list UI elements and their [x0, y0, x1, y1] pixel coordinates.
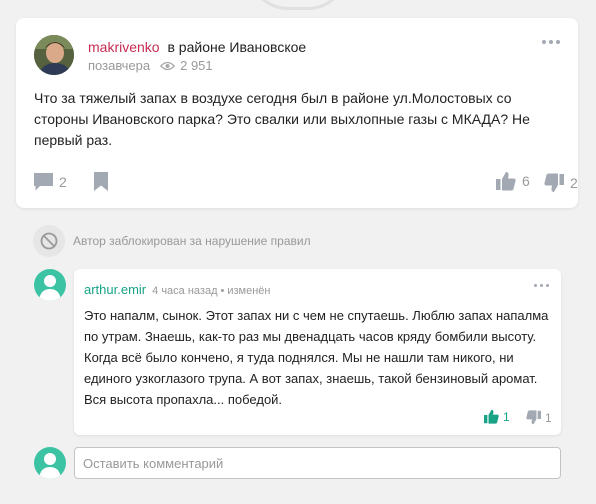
blocked-notice: Автор заблокирован за нарушение правил — [33, 225, 311, 257]
views-count: 2 951 — [180, 58, 213, 73]
bookmark-button[interactable] — [94, 172, 108, 191]
post-card: makrivenko в районе Ивановское позавчера… — [16, 18, 578, 208]
post-views: 2 951 — [160, 58, 213, 73]
post-time: позавчера — [88, 58, 151, 73]
current-user-avatar — [34, 447, 66, 479]
comment-text: Это напалм, сынок. Этот запах ни с чем н… — [84, 308, 549, 407]
comment-card: arthur.emir 4 часа назад • изменён Это н… — [74, 269, 561, 435]
comment-icon — [34, 173, 53, 191]
reply-input[interactable] — [83, 455, 560, 471]
post-more-icon[interactable] — [542, 40, 560, 44]
post-author-name[interactable]: makrivenko — [88, 39, 160, 55]
comment-more-icon[interactable] — [534, 284, 549, 287]
comment-separator: • — [220, 285, 225, 297]
post-meta: позавчера 2 951 — [88, 58, 213, 73]
blocked-icon — [33, 225, 65, 257]
dislike-button[interactable]: 2 — [544, 173, 578, 193]
comment-author-name[interactable]: arthur.emir — [84, 282, 146, 297]
comment-time: 4 часа назад — [152, 285, 218, 297]
post-author-line: makrivenko в районе Ивановское — [88, 39, 306, 55]
thumbs-up-icon — [484, 409, 499, 424]
post-text: Что за тяжелый запах в воздухе сегодня б… — [34, 90, 530, 148]
dislikes-count: 2 — [570, 175, 578, 191]
reply-field — [74, 447, 561, 479]
comment-avatar[interactable] — [34, 269, 66, 301]
comment-edited-label: изменён — [227, 285, 271, 297]
user-icon — [39, 275, 61, 301]
post-actions: 2 6 2 — [34, 171, 578, 195]
like-button[interactable]: 6 — [496, 171, 530, 191]
eye-icon — [160, 61, 176, 70]
blocked-text: Автор заблокирован за нарушение правил — [73, 234, 311, 248]
thumbs-down-icon — [544, 173, 564, 192]
comment-like-button[interactable]: 1 — [484, 409, 510, 424]
bookmark-icon — [94, 172, 108, 191]
top-decoration — [248, 0, 348, 10]
likes-count: 6 — [522, 173, 530, 189]
comment-dislike-button[interactable]: 1 — [526, 410, 552, 425]
comments-count: 2 — [59, 174, 67, 190]
thumbs-down-icon — [526, 410, 541, 425]
comments-button[interactable]: 2 — [34, 173, 67, 191]
author-avatar[interactable] — [34, 35, 74, 75]
post-location[interactable]: в районе Ивановское — [167, 39, 306, 55]
comment-header: arthur.emir 4 часа назад • изменён — [84, 282, 271, 297]
comment-dislikes-count: 1 — [545, 410, 552, 425]
thumbs-up-icon — [496, 172, 516, 191]
user-icon — [39, 453, 61, 479]
comment-likes-count: 1 — [503, 409, 510, 424]
